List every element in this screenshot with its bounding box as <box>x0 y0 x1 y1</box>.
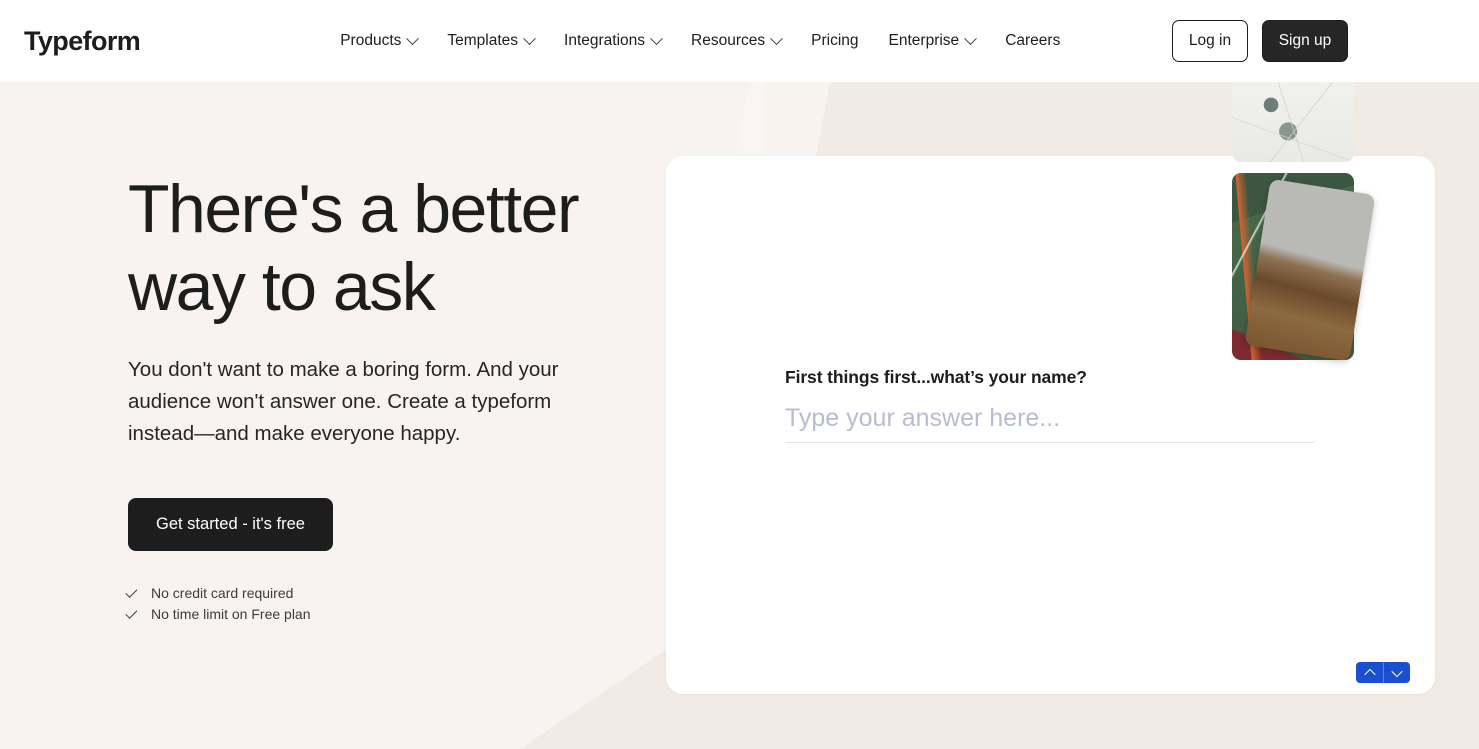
perk-label: No time limit on Free plan <box>151 606 311 622</box>
perk-item: No time limit on Free plan <box>125 604 660 625</box>
nav-item-pricing-label: Pricing <box>811 32 859 49</box>
login-button[interactable]: Log in <box>1172 20 1248 62</box>
page-root: Typeform Products Templates Integrations… <box>0 0 1479 749</box>
hero-subtitle: You don't want to make a boring form. An… <box>128 358 559 445</box>
previous-question-button[interactable] <box>1356 662 1383 683</box>
nav-item-products[interactable]: Products <box>340 31 420 50</box>
nav-item-integrations[interactable]: Integrations <box>564 31 663 50</box>
hero-section: There's a better way to ask You don't wa… <box>0 82 660 749</box>
nav-item-enterprise-label: Enterprise <box>888 32 960 49</box>
site-header: Typeform Products Templates Integrations… <box>0 0 1479 82</box>
nav-item-resources-label: Resources <box>691 32 766 49</box>
form-question-text: First things first...what’s your name? <box>785 367 1087 387</box>
check-icon <box>125 585 138 598</box>
chevron-down-icon <box>650 31 663 45</box>
chevron-down-icon <box>1391 665 1403 677</box>
nav-item-templates-label: Templates <box>447 32 519 49</box>
nav-item-careers[interactable]: Careers <box>1005 32 1060 50</box>
get-started-button[interactable]: Get started - it's free <box>128 498 333 551</box>
form-navigation-arrows <box>1356 662 1410 683</box>
hero-title: There's a better way to ask <box>128 171 580 325</box>
nav-item-enterprise[interactable]: Enterprise <box>888 31 978 50</box>
nav-item-templates[interactable]: Templates <box>447 31 536 50</box>
chevron-down-icon <box>523 31 536 45</box>
perk-item: No credit card required <box>125 583 660 604</box>
form-answer-input[interactable] <box>785 404 1314 443</box>
nav-item-products-label: Products <box>340 32 402 49</box>
nav-item-integrations-label: Integrations <box>564 32 646 49</box>
chevron-down-icon <box>406 31 420 45</box>
perks-list: No credit card required No time limit on… <box>125 583 660 625</box>
chevron-up-icon <box>1363 668 1376 680</box>
chevron-down-icon <box>770 31 784 45</box>
chevron-down-icon <box>964 31 978 45</box>
signup-button[interactable]: Sign up <box>1262 20 1348 62</box>
main-navigation: Products Templates Integrations Resource… <box>340 31 1060 50</box>
nav-item-pricing[interactable]: Pricing <box>811 32 858 50</box>
form-answer-field-wrapper <box>785 404 1314 443</box>
brand-logo[interactable]: Typeform <box>24 26 141 57</box>
header-actions: Log in Sign up <box>1172 20 1348 62</box>
nav-item-careers-label: Careers <box>1005 32 1061 49</box>
perk-label: No credit card required <box>151 585 294 601</box>
nav-item-resources[interactable]: Resources <box>691 31 784 50</box>
check-icon <box>125 606 138 619</box>
next-question-button[interactable] <box>1383 662 1410 683</box>
